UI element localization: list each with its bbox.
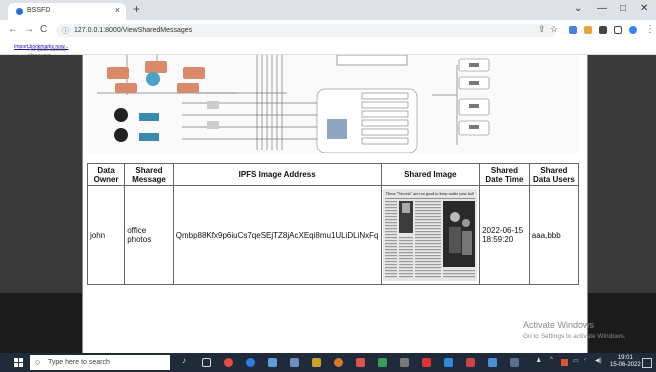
microphone-icon[interactable]: ♪: [182, 356, 191, 365]
browser-tab-strip: BSSFD × + ⌄ — □ ✕: [0, 0, 656, 20]
app-taskbar-icon-7[interactable]: [444, 358, 453, 367]
profile-avatar-icon[interactable]: [629, 26, 637, 34]
app-taskbar-icon-3[interactable]: [334, 358, 343, 367]
tray-chevron-icon[interactable]: ^: [550, 357, 553, 363]
task-view-icon[interactable]: [202, 358, 211, 367]
cell-data-owner: john: [86, 185, 126, 285]
bookmarks-bar: For quick access, place your bookmarks h…: [0, 41, 656, 77]
taskbar-search-box[interactable]: ○ Type here to search: [30, 355, 170, 370]
architecture-diagram: [87, 55, 579, 153]
app-taskbar-icon-6[interactable]: [400, 358, 409, 367]
taskbar-clock[interactable]: 19:01 15-06-2022: [610, 355, 641, 369]
menu-kebab-icon[interactable]: ⋮: [645, 24, 655, 35]
app-taskbar-icon-8[interactable]: [466, 358, 475, 367]
tray-app-icon[interactable]: [561, 359, 568, 366]
address-toolbar: ← → C ⓘ 127.0.0.1:8000/ViewSharedMessage…: [0, 20, 656, 41]
tab-title: BSSFD: [27, 7, 51, 14]
cell-shared-message: office photos: [124, 185, 174, 285]
watermark-title: Activate Windows: [523, 320, 595, 330]
cell-shared-date-time: 2022-06-15 18:59:20: [479, 185, 530, 285]
shared-newspaper-image: These "Secrets" are too good to keep und…: [382, 189, 477, 281]
forward-arrow-icon[interactable]: →: [24, 24, 34, 35]
back-arrow-icon[interactable]: ←: [8, 24, 18, 35]
url-bar[interactable]: ⓘ 127.0.0.1:8000/ViewSharedMessages: [56, 24, 556, 37]
cell-shared-image: These "Secrets" are too good to keep und…: [380, 185, 481, 285]
tab-close-icon[interactable]: ×: [115, 5, 120, 15]
store-taskbar-icon[interactable]: [312, 358, 321, 367]
shared-messages-table: Data Owner Shared Message IPFS Image Add…: [86, 163, 580, 285]
reload-icon[interactable]: C: [40, 24, 47, 35]
bookmark-star-icon[interactable]: ☆: [550, 24, 558, 35]
header-shared-message: Shared Message: [124, 163, 174, 186]
windows-taskbar: ○ Type here to search ♪ ♟ ^ ▭ ◜ ◀) 19:01…: [0, 353, 656, 372]
notifications-icon[interactable]: [642, 358, 652, 368]
page-background-left: [0, 55, 82, 293]
search-circle-icon: ○: [35, 357, 41, 367]
extension-fox-icon[interactable]: [584, 26, 592, 34]
site-info-icon[interactable]: ⓘ: [62, 26, 69, 36]
image-headline: These "Secrets" are too good to keep und…: [385, 191, 474, 196]
battery-icon[interactable]: ▭: [573, 357, 579, 364]
new-tab-button[interactable]: +: [133, 2, 140, 16]
header-shared-date-time: Shared Date Time: [479, 163, 530, 186]
browser-tab[interactable]: BSSFD ×: [8, 3, 126, 20]
edge-taskbar-icon[interactable]: [246, 358, 255, 367]
app-taskbar-icon-5[interactable]: [378, 358, 387, 367]
app-taskbar-icon-4[interactable]: [356, 358, 365, 367]
header-data-owner: Data Owner: [86, 163, 126, 186]
network-icon[interactable]: ◜: [584, 357, 586, 364]
header-ipfs-address: IPFS Image Address: [172, 163, 382, 186]
viewport: Data Owner Shared Message IPFS Image Add…: [0, 55, 656, 353]
extension-shield-icon[interactable]: [569, 26, 577, 34]
header-shared-image: Shared Image: [380, 163, 481, 186]
app-taskbar-icon-10[interactable]: [510, 358, 519, 367]
cell-ipfs-address: Qmbp88Kfx9p6iuCs7qeSEjTZ8jAcXEqi8mu1ULiD…: [172, 185, 382, 285]
table-header-row: Data Owner Shared Message IPFS Image Add…: [86, 163, 580, 186]
url-text: 127.0.0.1:8000/ViewSharedMessages: [74, 27, 193, 34]
sidepanel-icon[interactable]: [614, 26, 622, 34]
activate-windows-watermark: Activate Windows Go to Settings to activ…: [523, 320, 626, 340]
app-taskbar-icon-1[interactable]: [268, 358, 277, 367]
clock-date: 15-06-2022: [610, 362, 641, 368]
app-taskbar-icon-2[interactable]: [290, 358, 299, 367]
page-panel: Data Owner Shared Message IPFS Image Add…: [82, 55, 588, 353]
people-icon[interactable]: ♟: [536, 357, 541, 364]
tab-search-icon[interactable]: ⌄: [574, 3, 582, 14]
bookmarks-hint: For quick access, place your bookmarks h…: [14, 44, 69, 77]
header-shared-data-users: Shared Data Users: [528, 163, 580, 186]
maximize-button[interactable]: □: [620, 3, 626, 14]
minimize-button[interactable]: —: [597, 3, 607, 14]
pdf-taskbar-icon[interactable]: [422, 358, 431, 367]
table-row: john office photos Qmbp88Kfx9p6iuCs7qeSE…: [86, 185, 580, 285]
windows-start-icon[interactable]: [14, 358, 23, 367]
extensions-puzzle-icon[interactable]: [599, 26, 607, 34]
close-window-button[interactable]: ✕: [640, 3, 648, 14]
share-icon[interactable]: ⇪: [538, 24, 546, 35]
search-placeholder: Type here to search: [48, 359, 110, 366]
app-taskbar-icon-9[interactable]: [488, 358, 497, 367]
cell-shared-data-users: aaa,bbb: [528, 185, 580, 285]
volume-icon[interactable]: ◀): [595, 357, 602, 364]
watermark-subtitle: Go to Settings to activate Windows.: [523, 333, 626, 340]
clock-time: 19:01: [617, 355, 633, 361]
favicon-icon: [16, 8, 23, 15]
page-background-right: [586, 55, 656, 293]
chrome-taskbar-icon[interactable]: [224, 358, 233, 367]
